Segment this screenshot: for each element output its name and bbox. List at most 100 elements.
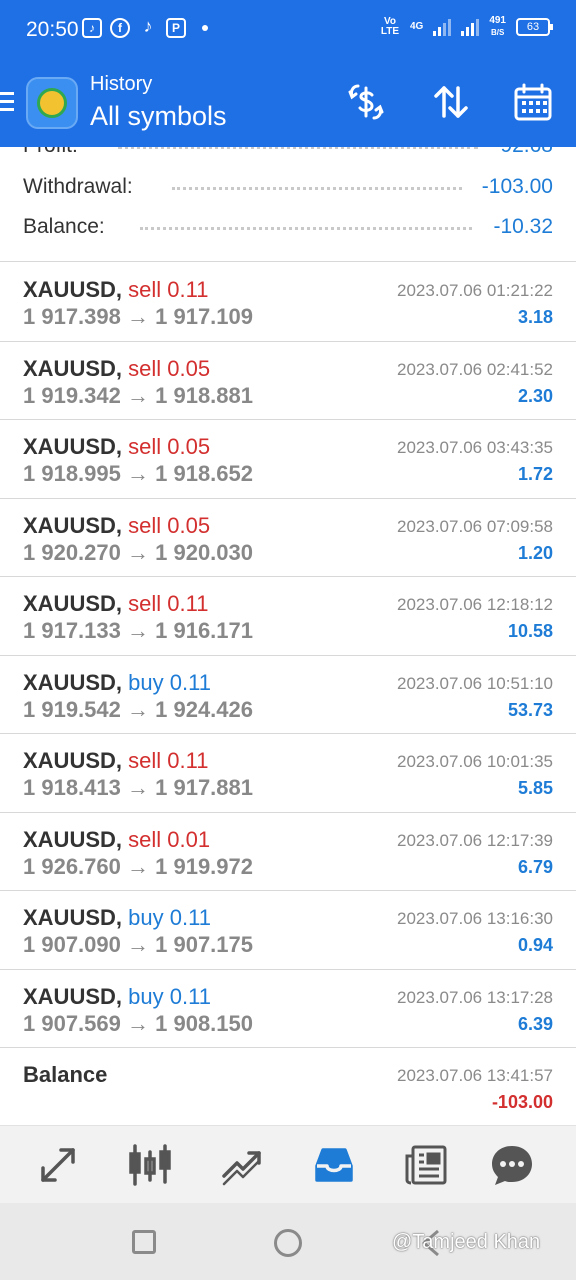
news-tab-icon[interactable] <box>403 1142 449 1188</box>
deals-list: XAUUSD, sell 0.11 1 917.398 → 1 917.109 20… <box>0 263 576 1126</box>
deal-row[interactable]: XAUUSD, sell 0.11 1 918.413 → 1 917.881 20… <box>0 734 576 813</box>
deal-prices: 1 919.342 → 1 918.881 <box>23 383 253 409</box>
deal-profit: 2.30 <box>517 385 553 406</box>
deal-close-price: 1 917.109 <box>155 304 253 329</box>
deal-symbol: XAUUSD, <box>23 983 123 1009</box>
quotes-tab-icon[interactable] <box>35 1142 81 1188</box>
deal-open-price: 1 926.760 <box>23 853 121 879</box>
deal-prices: 1 918.413 → 1 917.881 <box>23 775 253 801</box>
deal-close-price: 1 907.175 <box>155 932 253 957</box>
signal-icon <box>433 18 452 36</box>
deal-symbol-line: XAUUSD, sell 0.01 <box>23 827 210 853</box>
deal-close-price: 1 924.426 <box>155 696 253 722</box>
calendar-icon[interactable] <box>513 82 553 122</box>
deal-close-price: 1 908.150 <box>155 1010 253 1036</box>
deal-close-price: 1 918.652 <box>155 461 253 486</box>
music-app-icon: ♪ <box>82 18 102 38</box>
deal-time: 2023.07.06 12:17:39 <box>397 830 553 850</box>
deal-row[interactable]: XAUUSD, sell 0.05 1 919.342 → 1 918.881 20… <box>0 342 576 420</box>
deal-prices: 1 917.133 → 1 916.171 <box>23 618 253 644</box>
deal-volume: 0.11 <box>169 983 211 1009</box>
deal-type: buy <box>128 983 164 1009</box>
deal-close-price: 1 918.881 <box>155 382 253 408</box>
deal-symbol-line: XAUUSD, sell 0.05 <box>23 356 210 382</box>
deal-type: buy <box>128 905 164 930</box>
deal-time: 2023.07.06 10:51:10 <box>397 673 553 693</box>
chart-tab-icon[interactable] <box>127 1142 173 1188</box>
watermark-text: @Tamjeed Khan <box>392 1231 541 1253</box>
deal-volume: 0.11 <box>169 669 211 695</box>
chat-tab-icon[interactable] <box>489 1142 535 1188</box>
deal-row[interactable]: XAUUSD, buy 0.11 1 907.569 → 1 908.150 202… <box>0 970 576 1048</box>
deal-symbol-line: XAUUSD, buy 0.11 <box>23 984 211 1010</box>
deal-time: 2023.07.06 03:43:35 <box>397 438 553 457</box>
status-right-icons: Vo LTE 4G 491 B/S 63 <box>380 16 553 38</box>
summary-label: Profit: <box>23 147 78 158</box>
net-speed-value: 491 <box>489 15 506 26</box>
deal-symbol: XAUUSD, <box>23 669 123 695</box>
dotted-leader <box>140 227 472 230</box>
sort-icon[interactable] <box>431 82 471 122</box>
deal-arrow: → <box>127 382 149 408</box>
deal-symbol-line: XAUUSD, sell 0.05 <box>23 434 210 460</box>
deal-profit: 10.58 <box>507 621 553 641</box>
net-speed: 491 B/S <box>489 16 506 38</box>
app-bar: History All symbols <box>0 60 576 147</box>
deal-row[interactable]: XAUUSD, sell 0.11 1 917.398 → 1 917.109 20… <box>0 263 576 342</box>
deal-prices: 1 907.090 → 1 907.175 <box>23 932 253 958</box>
dotted-leader <box>118 147 478 149</box>
deal-prices: 1 917.398 → 1 917.109 <box>23 304 253 330</box>
summary-value: 92.68 <box>500 147 553 158</box>
deal-time: 2023.07.06 07:09:58 <box>397 516 553 536</box>
deal-type: sell <box>128 355 162 381</box>
deal-symbol: XAUUSD, <box>23 434 123 459</box>
summary-panel: Profit: 92.68 Withdrawal: -103.00 Balanc… <box>0 147 576 262</box>
deal-profit: 6.39 <box>517 1013 553 1034</box>
deal-close-price: 1 917.881 <box>155 775 253 800</box>
payment-app-icon: P <box>166 18 186 38</box>
deal-volume: 0.05 <box>167 355 211 381</box>
deal-open-price: 1 920.270 <box>23 539 121 565</box>
deal-symbol: XAUUSD, <box>23 826 123 852</box>
deal-close-price: 1 919.972 <box>155 853 253 879</box>
deal-arrow: → <box>127 1010 149 1036</box>
deal-row[interactable]: XAUUSD, sell 0.05 1 918.995 → 1 918.652 20… <box>0 420 576 499</box>
home-button[interactable] <box>274 1229 302 1257</box>
summary-value: -103.00 <box>481 175 553 198</box>
deal-row[interactable]: XAUUSD, buy 0.11 1 919.542 → 1 924.426 202… <box>0 656 576 734</box>
net-speed-unit: B/S <box>490 28 505 37</box>
recent-apps-button[interactable] <box>132 1230 156 1254</box>
page-title[interactable]: All symbols <box>90 101 227 132</box>
deal-row[interactable]: XAUUSD, buy 0.11 1 907.090 → 1 907.175 202… <box>0 891 576 970</box>
deal-arrow: → <box>127 461 149 486</box>
deal-close-price: 1 916.171 <box>155 618 253 643</box>
summary-row-withdrawal: Withdrawal: -103.00 <box>0 175 576 215</box>
balance-entry[interactable]: Balance 2023.07.06 13:41:57 -103.00 <box>0 1048 576 1126</box>
dotted-leader <box>172 187 462 190</box>
summary-label: Withdrawal: <box>23 175 133 198</box>
deal-symbol-line: XAUUSD, buy 0.11 <box>23 670 211 696</box>
history-tab-icon[interactable] <box>311 1142 357 1188</box>
status-time: 20:50 <box>26 18 79 41</box>
deal-symbol-line: XAUUSD, buy 0.11 <box>23 905 211 931</box>
battery-icon: 63 <box>516 18 553 36</box>
deal-row[interactable]: XAUUSD, sell 0.01 1 926.760 → 1 919.972 20… <box>0 813 576 891</box>
deal-arrow: → <box>127 932 149 957</box>
currency-exchange-icon[interactable] <box>346 82 386 122</box>
deal-prices: 1 907.569 → 1 908.150 <box>23 1011 253 1037</box>
deal-volume: 0.05 <box>167 512 211 538</box>
deal-profit: 5.85 <box>517 778 553 798</box>
deal-time: 2023.07.06 01:21:22 <box>397 281 553 300</box>
deal-volume: 0.05 <box>167 434 211 459</box>
deal-type: buy <box>128 669 164 695</box>
deal-row[interactable]: XAUUSD, sell 0.11 1 917.133 → 1 916.171 20… <box>0 577 576 656</box>
balance-entry-amount: -103.00 <box>491 1092 553 1112</box>
deal-symbol-line: XAUUSD, sell 0.11 <box>23 591 208 617</box>
summary-value: -10.32 <box>493 215 553 238</box>
deal-row[interactable]: XAUUSD, sell 0.05 1 920.270 → 1 920.030 20… <box>0 499 576 577</box>
facebook-icon: f <box>110 18 130 38</box>
trade-tab-icon[interactable] <box>219 1142 265 1188</box>
deal-profit: 53.73 <box>507 699 553 720</box>
menu-icon[interactable] <box>0 92 14 112</box>
summary-row-balance: Balance: -10.32 <box>0 215 576 255</box>
